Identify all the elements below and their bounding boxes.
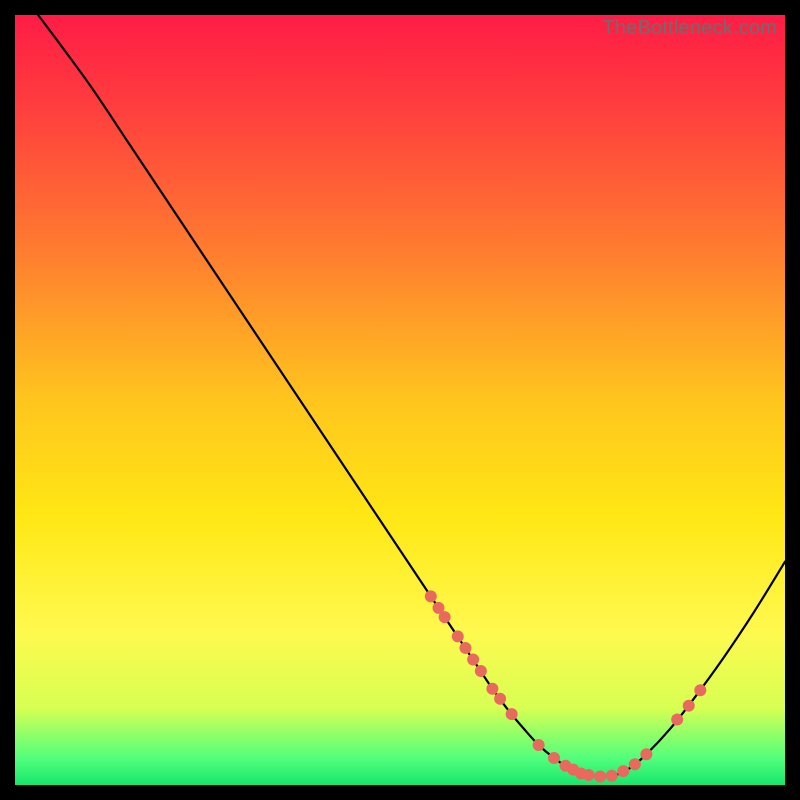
curve-marker [452,630,464,642]
chart-frame: TheBottleneck.com [15,15,785,785]
curve-marker [494,693,506,705]
curve-marker [459,642,471,654]
curve-marker [486,683,498,695]
chart-background [15,15,785,785]
curve-marker [533,739,545,751]
chart-canvas [15,15,785,785]
curve-marker [683,700,695,712]
curve-marker [694,684,706,696]
curve-marker [439,611,451,623]
curve-marker [606,770,618,782]
curve-marker [617,765,629,777]
curve-marker [629,758,641,770]
watermark-text: TheBottleneck.com [602,17,777,40]
curve-marker [506,708,518,720]
curve-marker [594,771,606,783]
curve-marker [425,590,437,602]
curve-marker [671,714,683,726]
curve-marker [475,665,487,677]
curve-marker [467,653,479,665]
curve-marker [583,769,595,781]
curve-marker [640,748,652,760]
curve-marker [548,752,560,764]
